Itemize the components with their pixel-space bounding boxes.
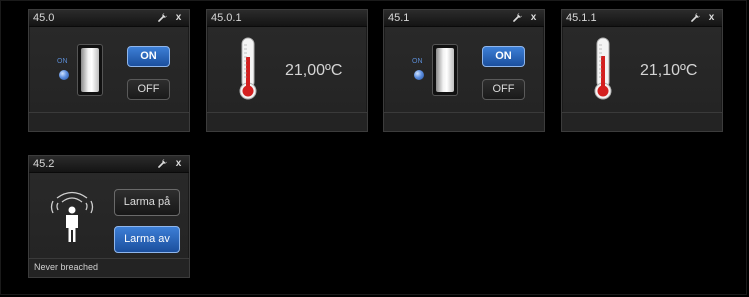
widget-titlebar: 45.2 x bbox=[29, 156, 189, 173]
close-icon[interactable]: x bbox=[172, 12, 185, 24]
temperature-value: 21,10ºC bbox=[640, 62, 698, 79]
breach-status-text: Never breached bbox=[34, 262, 99, 272]
widget-title: 45.0 bbox=[33, 12, 55, 24]
status-led-icon bbox=[59, 70, 69, 80]
widget-footer bbox=[29, 112, 189, 131]
off-button[interactable]: OFF bbox=[127, 79, 170, 100]
widget-title: 45.2 bbox=[33, 158, 55, 170]
temperature-widget-45-1-1: 45.1.1 x 21,10ºC bbox=[561, 9, 723, 132]
wrench-icon[interactable] bbox=[511, 12, 524, 24]
off-button[interactable]: OFF bbox=[482, 79, 525, 100]
toggle-switch[interactable] bbox=[432, 44, 458, 96]
widget-footer bbox=[562, 112, 722, 131]
on-indicator-label: ON bbox=[412, 58, 423, 65]
widget-title: 45.1.1 bbox=[566, 12, 597, 24]
on-button[interactable]: ON bbox=[482, 46, 525, 67]
switch-widget-45-0: 45.0 x ON ON OFF bbox=[28, 9, 190, 132]
status-led-icon bbox=[414, 70, 424, 80]
widget-title: 45.0.1 bbox=[211, 12, 242, 24]
close-icon[interactable]: x bbox=[172, 158, 185, 170]
wrench-icon[interactable] bbox=[156, 158, 169, 170]
widget-titlebar: 45.0.1 bbox=[207, 10, 367, 27]
widget-titlebar: 45.1 x bbox=[384, 10, 544, 27]
wrench-icon[interactable] bbox=[689, 12, 702, 24]
on-indicator-label: ON bbox=[57, 58, 68, 65]
widget-titlebar: 45.1.1 x bbox=[562, 10, 722, 27]
temperature-widget-45-0-1: 45.0.1 21,00ºC bbox=[206, 9, 368, 132]
widget-footer: Never breached bbox=[29, 258, 189, 277]
motion-sensor-icon bbox=[50, 191, 94, 242]
close-icon[interactable]: x bbox=[705, 12, 718, 24]
widget-footer bbox=[207, 112, 367, 131]
motion-sensor-widget-45-2: 45.2 x Larma på Larma av Never breached bbox=[28, 155, 190, 278]
thermometer-icon bbox=[239, 37, 257, 100]
wrench-icon[interactable] bbox=[156, 12, 169, 24]
temperature-value: 21,00ºC bbox=[285, 62, 343, 79]
thermometer-icon bbox=[594, 37, 612, 100]
arm-alarm-button[interactable]: Larma på bbox=[114, 189, 180, 216]
on-button[interactable]: ON bbox=[127, 46, 170, 67]
widget-titlebar: 45.0 x bbox=[29, 10, 189, 27]
toggle-switch[interactable] bbox=[77, 44, 103, 96]
disarm-alarm-button[interactable]: Larma av bbox=[114, 226, 180, 253]
widget-title: 45.1 bbox=[388, 12, 410, 24]
close-icon[interactable]: x bbox=[527, 12, 540, 24]
switch-widget-45-1: 45.1 x ON ON OFF bbox=[383, 9, 545, 132]
widget-footer bbox=[384, 112, 544, 131]
